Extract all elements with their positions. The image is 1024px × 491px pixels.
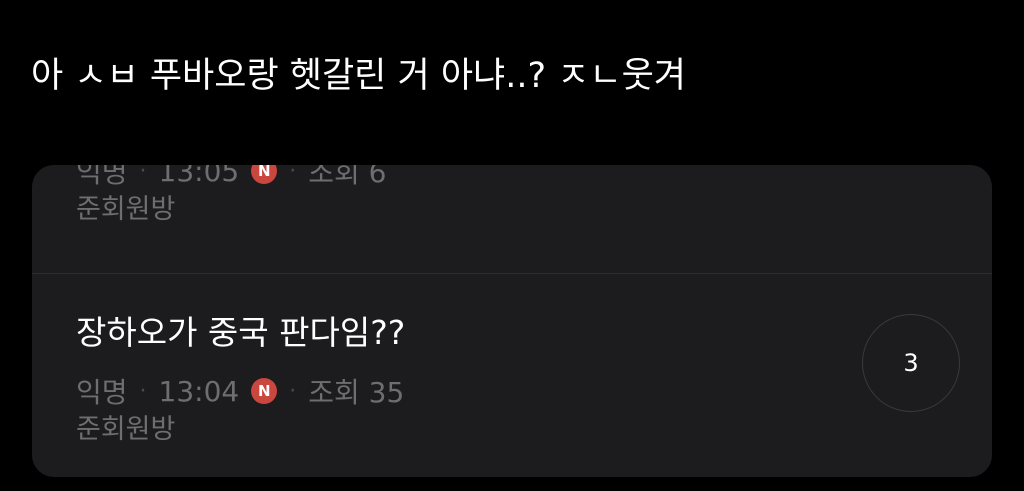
post-time: 13:04: [158, 374, 240, 408]
meta-separator: ·: [289, 165, 297, 184]
caption-text: 아 ㅅㅂ 푸바오랑 헷갈린 거 아냐..? ㅈㄴ웃겨: [31, 56, 686, 96]
comment-count-button[interactable]: 3: [862, 314, 960, 412]
post-meta: 익명 · 13:04 N · 조회 35: [76, 373, 405, 410]
new-badge-icon: N: [251, 165, 278, 184]
post-views: 조회 35: [308, 376, 405, 409]
post-time: 13:05: [158, 165, 240, 188]
post-meta: 익명 · 13:05 N · 조회 6: [76, 165, 386, 189]
meta-separator: ·: [289, 378, 297, 404]
post-title[interactable]: 장하오가 중국 판다임??: [76, 311, 405, 355]
post-views: 조회 6: [308, 165, 387, 189]
meta-separator: ·: [139, 165, 147, 184]
post-board: 준회원방: [76, 194, 176, 225]
post-list-card: 익명 · 13:05 N · 조회 6 준회원방 장하오가 중국 판다임?? 익…: [32, 165, 992, 477]
post-item[interactable]: 익명 · 13:05 N · 조회 6 준회원방: [32, 165, 992, 273]
new-badge-icon: N: [251, 378, 278, 404]
post-author: 익명: [76, 376, 128, 409]
post-author: 익명: [76, 165, 128, 189]
post-item[interactable]: 장하오가 중국 판다임?? 익명 · 13:04 N · 조회 35 준회원방 …: [32, 274, 992, 477]
post-board: 준회원방: [76, 414, 176, 445]
meta-separator: ·: [139, 378, 147, 404]
